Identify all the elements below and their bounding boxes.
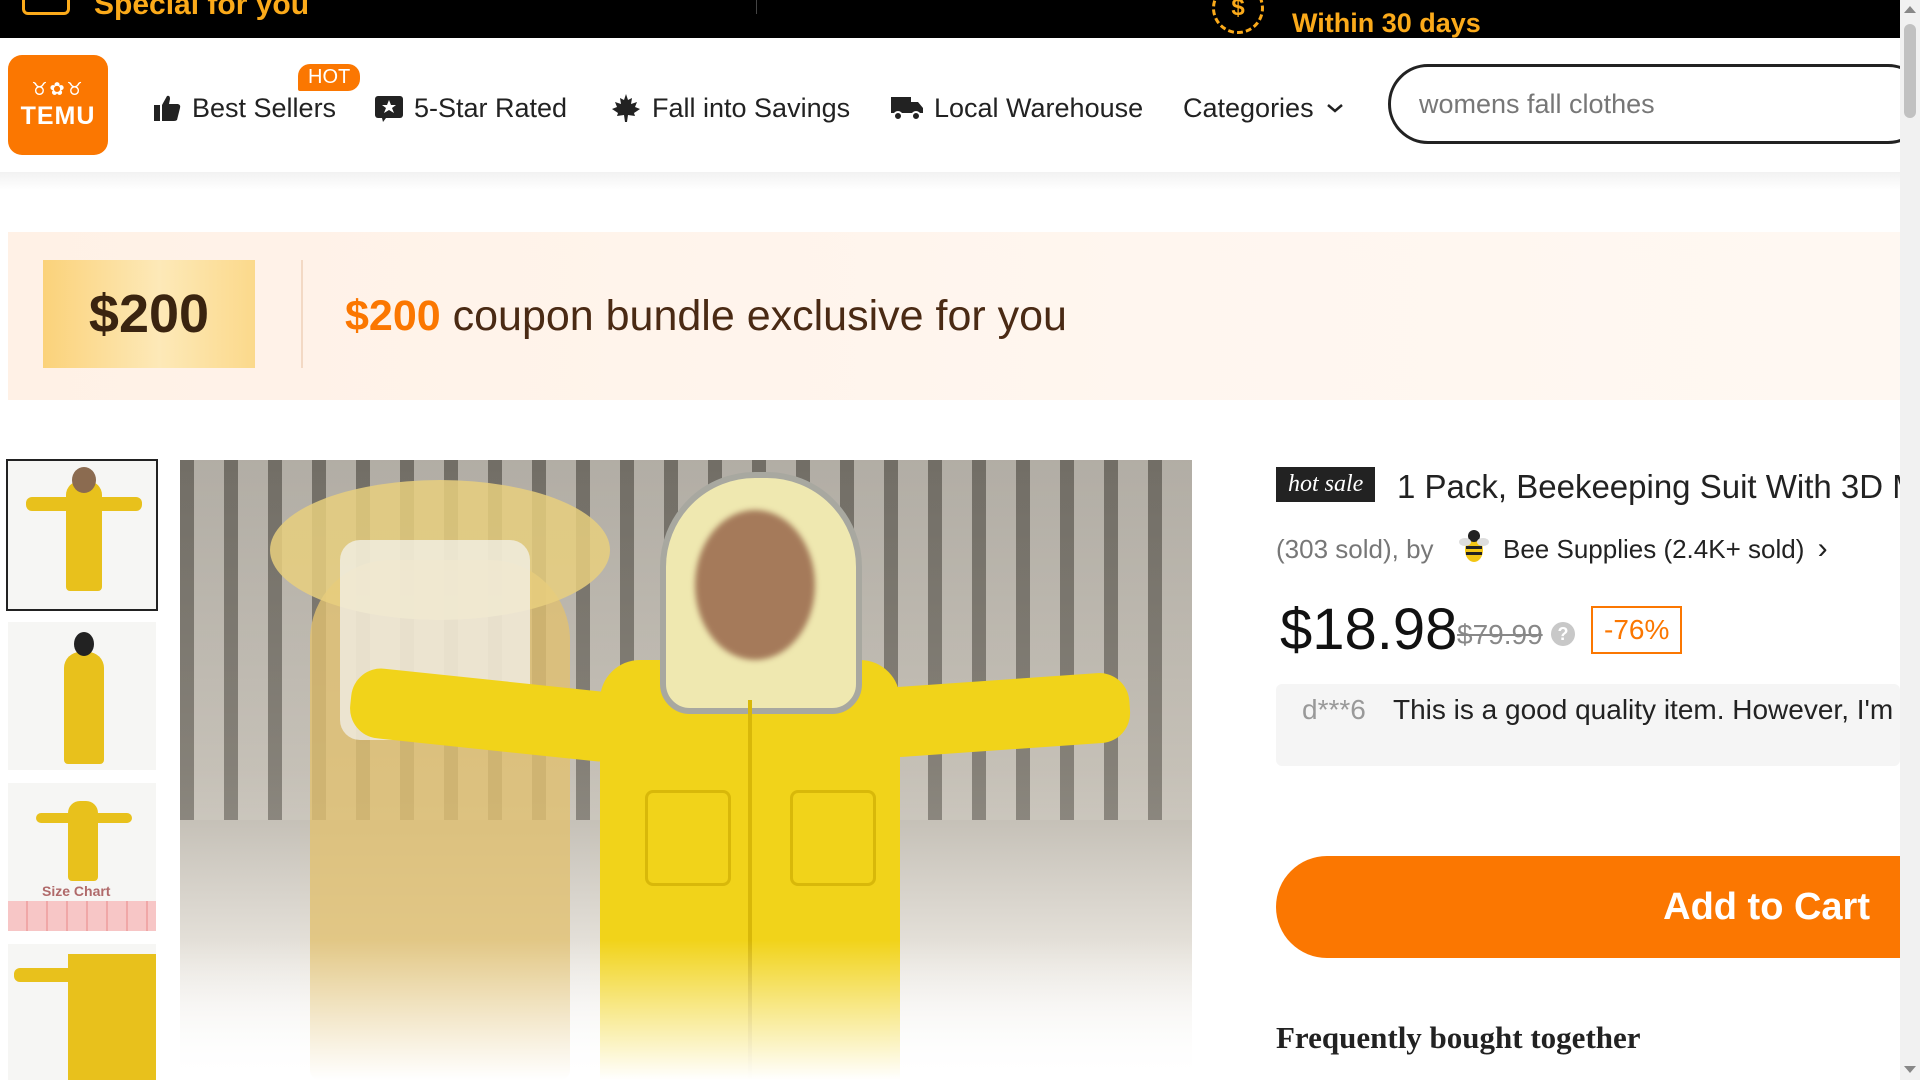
nav-fall-into-savings[interactable]: Fall into Savings	[610, 90, 850, 126]
coupon-text-rest: coupon bundle exclusive for you	[440, 292, 1067, 340]
seller-link[interactable]: Bee Supplies (2.4K+ sold) ›	[1503, 532, 1828, 566]
original-price: $79.99	[1457, 619, 1543, 650]
delivery-truck-icon	[891, 97, 923, 121]
maple-leaf-icon	[612, 94, 640, 122]
nav-best-sellers[interactable]: Best Sellers	[152, 90, 336, 126]
promo-returns-text: Within 30 days	[1292, 8, 1481, 38]
page-scrollbar[interactable]	[1900, 0, 1920, 1080]
dollar-return-icon: $	[1212, 0, 1264, 34]
suit-pocket	[790, 790, 876, 886]
search-input-value: womens fall clothes	[1419, 89, 1655, 119]
shipping-truck-icon	[22, 0, 70, 15]
temu-logo[interactable]: ♉✿♉ TEMU	[8, 55, 108, 155]
blurred-face	[695, 510, 815, 660]
add-to-cart-button[interactable]: Add to Cart	[1276, 856, 1900, 958]
nav-label-categories: Categories	[1183, 92, 1314, 123]
coupon-text: $200 coupon bundle exclusive for you	[345, 292, 1067, 341]
star-badge-icon	[375, 96, 403, 122]
site-header: ♉✿♉ TEMU Best Sellers HOT 5-Star Rated F…	[0, 38, 1920, 172]
header-shadow	[0, 172, 1900, 190]
scroll-down-icon[interactable]	[1904, 1066, 1916, 1073]
coupon-ticket-amount: $200	[88, 284, 210, 344]
review-snippet[interactable]: d***6 This is a good quality item. Howev…	[1276, 684, 1900, 766]
scroll-thumb[interactable]	[1904, 24, 1916, 118]
size-chart-label: Size Chart	[42, 883, 111, 899]
product-title: 1 Pack, Beekeeping Suit With 3D Mesh Ven…	[1397, 468, 1900, 505]
coupon-divider	[301, 260, 303, 368]
product-thumbnail-size-chart[interactable]: Size Chart	[8, 783, 156, 931]
chevron-down-icon	[1326, 104, 1343, 113]
thumbs-up-icon	[154, 95, 181, 121]
promo-special-text: Special for you	[94, 0, 310, 21]
top-promo-bar: Special for you $ Within 30 days	[0, 0, 1900, 38]
hot-sale-badge: hot sale	[1276, 467, 1376, 502]
hot-badge: HOT	[298, 64, 361, 91]
logo-word: TEMU	[20, 102, 96, 130]
nav-label-local-warehouse: Local Warehouse	[934, 92, 1144, 123]
bee-avatar-icon[interactable]	[1456, 528, 1492, 566]
search-input[interactable]: womens fall clothes	[1388, 64, 1920, 144]
product-thumbnail[interactable]	[6, 459, 158, 611]
suit-pocket	[645, 790, 731, 886]
nav-local-warehouse[interactable]: Local Warehouse	[890, 90, 1143, 126]
discount-badge: -76%	[1591, 606, 1683, 654]
nav-label-5-star-rated: 5-Star Rated	[414, 92, 568, 123]
nav-5-star-rated[interactable]: 5-Star Rated	[374, 90, 567, 126]
image-fade	[180, 940, 1192, 1080]
nav-label-best-sellers: Best Sellers	[192, 92, 337, 123]
main-product-image[interactable]	[180, 460, 1192, 1080]
nav-categories[interactable]: Categories	[1183, 90, 1346, 126]
coupon-ticket: $200	[43, 260, 255, 368]
promo-divider	[756, 0, 757, 14]
scroll-up-icon[interactable]	[1904, 6, 1916, 13]
size-chart-grid	[8, 901, 156, 931]
logo-glyphs: ♉✿♉	[31, 79, 85, 99]
review-username: d***6	[1302, 694, 1366, 725]
sale-price: $18.98	[1280, 597, 1458, 662]
help-icon[interactable]: ?	[1551, 622, 1575, 646]
coupon-banner[interactable]: $200 $200 coupon bundle exclusive for yo…	[8, 232, 1900, 400]
sold-count: (303 sold), by	[1276, 534, 1434, 564]
frequently-bought-heading: Frequently bought together	[1276, 1020, 1641, 1055]
review-text: This is a good quality item. However, I'…	[1393, 694, 1900, 725]
product-thumbnail[interactable]	[8, 944, 156, 1080]
coupon-text-amount: $200	[345, 292, 441, 340]
seller-name: Bee Supplies (2.4K+ sold)	[1503, 534, 1805, 564]
product-thumbnail[interactable]	[8, 622, 156, 770]
nav-label-fall-into-savings: Fall into Savings	[652, 92, 851, 123]
chevron-right-icon: ›	[1817, 532, 1828, 565]
